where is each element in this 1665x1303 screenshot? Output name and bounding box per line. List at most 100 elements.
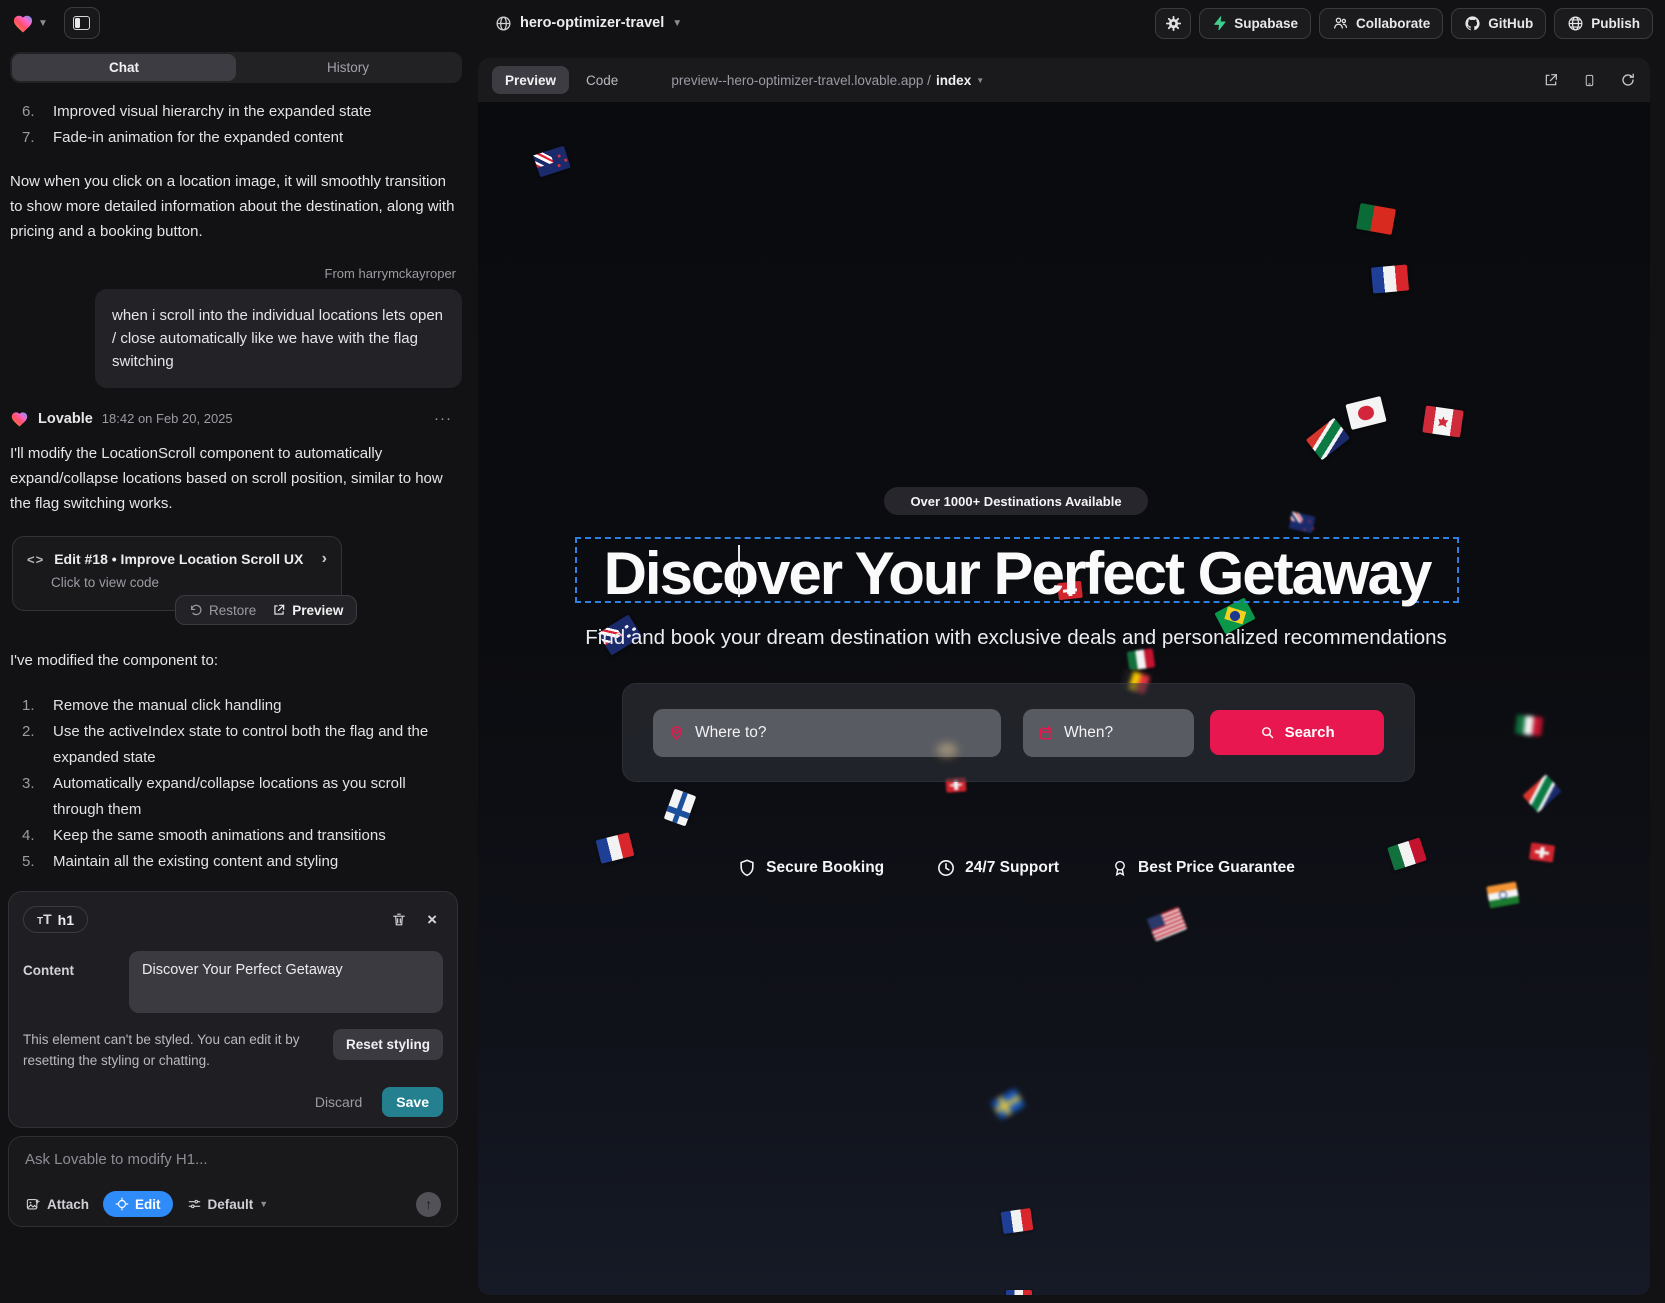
restore-button[interactable]: Restore bbox=[189, 603, 256, 618]
arrow-up-icon: ↑ bbox=[425, 1196, 432, 1212]
clock-icon bbox=[936, 858, 956, 878]
list-number: 2. bbox=[22, 719, 53, 771]
trust-badge: Best Price Guarantee bbox=[1111, 858, 1295, 878]
preview-card: Preview Code preview--hero-optimizer-tra… bbox=[478, 58, 1650, 1295]
when-input[interactable] bbox=[1064, 724, 1179, 742]
trust-badge: 24/7 Support bbox=[936, 858, 1059, 878]
model-default-selector[interactable]: Default ▼ bbox=[187, 1197, 269, 1212]
list-number: 3. bbox=[22, 771, 53, 823]
reset-styling-button[interactable]: Reset styling bbox=[333, 1029, 443, 1060]
preview-toolbar: Preview Code preview--hero-optimizer-tra… bbox=[478, 58, 1650, 102]
topbar: ▼ hero-optimizer-travel ▼ S bbox=[0, 0, 1665, 46]
hero-heading[interactable]: Discover Your Perfect Getaway bbox=[575, 539, 1459, 608]
location-pin-icon bbox=[668, 724, 685, 741]
list-item-text: Maintain all the existing content and st… bbox=[53, 849, 338, 875]
edit-target-icon bbox=[115, 1197, 129, 1211]
from-user-label: From harrymckayroper bbox=[10, 266, 462, 281]
github-icon bbox=[1464, 15, 1481, 32]
list-item-text: Automatically expand/collapse locations … bbox=[53, 771, 448, 823]
list-item: 2.Use the activeIndex state to control b… bbox=[10, 719, 462, 771]
content-field-input[interactable]: Discover Your Perfect Getaway bbox=[129, 951, 443, 1013]
collaborate-people-icon bbox=[1332, 15, 1349, 31]
list-item-text: Use the activeIndex state to control bot… bbox=[53, 719, 448, 771]
chat-history-tabs: Chat History bbox=[10, 52, 462, 83]
search-panel: Search bbox=[622, 683, 1415, 782]
element-tag-name: h1 bbox=[58, 912, 74, 928]
tab-code[interactable]: Code bbox=[573, 66, 631, 94]
preview-url[interactable]: preview--hero-optimizer-travel.lovable.a… bbox=[671, 73, 984, 88]
where-to-field[interactable] bbox=[653, 709, 1001, 757]
assistant-steps-list: 1.Remove the manual click handling2.Use … bbox=[10, 693, 462, 875]
save-button[interactable]: Save bbox=[382, 1087, 443, 1117]
close-panel-button[interactable]: × bbox=[427, 910, 437, 930]
delete-element-button[interactable] bbox=[391, 911, 407, 928]
trust-badge-label: 24/7 Support bbox=[965, 859, 1059, 877]
mobile-view-button[interactable] bbox=[1583, 72, 1596, 89]
restore-icon bbox=[189, 603, 203, 617]
list-item-text: Keep the same smooth animations and tran… bbox=[53, 823, 386, 849]
edit-mode-button[interactable]: Edit bbox=[103, 1191, 173, 1217]
edit-card-title: Edit #18 • Improve Location Scroll UX bbox=[54, 551, 303, 567]
settings-button[interactable] bbox=[1155, 8, 1191, 39]
lovable-heart-icon bbox=[10, 410, 29, 427]
sliders-icon bbox=[187, 1197, 202, 1211]
where-to-input[interactable] bbox=[695, 724, 986, 742]
list-number: 5. bbox=[22, 849, 53, 875]
preview-viewport: Over 1000+ Destinations Available Discov… bbox=[478, 102, 1650, 1295]
trust-badge-label: Best Price Guarantee bbox=[1138, 859, 1295, 877]
trust-badge-label: Secure Booking bbox=[766, 859, 884, 877]
assistant-name: Lovable bbox=[38, 411, 93, 427]
search-button[interactable]: Search bbox=[1210, 710, 1384, 755]
collaborate-button[interactable]: Collaborate bbox=[1319, 8, 1443, 39]
chat-prompt-input[interactable] bbox=[25, 1151, 441, 1168]
hero-subtitle: Find and book your dream destination wit… bbox=[516, 626, 1516, 650]
lovable-heart-icon bbox=[12, 13, 34, 33]
assistant-intro: I'll modify the LocationScroll component… bbox=[10, 441, 462, 516]
destinations-badge: Over 1000+ Destinations Available bbox=[884, 487, 1148, 515]
chat-input-box: Attach Edit Default ▼ ↑ bbox=[8, 1136, 458, 1227]
shield-icon bbox=[737, 858, 757, 878]
send-button[interactable]: ↑ bbox=[416, 1192, 441, 1217]
element-editor-panel: TT h1 × Content Discover Your Perfect Ge… bbox=[8, 891, 458, 1128]
list-number: 6. bbox=[22, 99, 53, 125]
message-menu-button[interactable]: ··· bbox=[434, 410, 462, 427]
lovable-logo-menu[interactable]: ▼ bbox=[12, 13, 48, 33]
message-timestamp: 18:42 on Feb 20, 2025 bbox=[102, 411, 233, 426]
preview-version-button[interactable]: Preview bbox=[272, 603, 343, 618]
open-in-new-tab-button[interactable] bbox=[1543, 72, 1559, 88]
sidebar-panel-icon bbox=[73, 16, 90, 30]
tab-history[interactable]: History bbox=[236, 54, 460, 81]
supabase-icon bbox=[1212, 15, 1227, 31]
tab-chat[interactable]: Chat bbox=[12, 54, 236, 81]
chevron-down-icon: ▼ bbox=[259, 1199, 268, 1209]
gear-icon bbox=[1165, 15, 1182, 32]
supabase-button[interactable]: Supabase bbox=[1199, 8, 1311, 39]
chat-sidebar: Chat History 6.Improved visual hierarchy… bbox=[0, 46, 472, 1303]
toggle-sidebar-button[interactable] bbox=[64, 7, 100, 39]
project-switcher[interactable]: hero-optimizer-travel ▼ bbox=[495, 0, 682, 46]
tab-preview[interactable]: Preview bbox=[492, 66, 569, 94]
chevron-down-icon: ▼ bbox=[976, 76, 984, 85]
content-field-label: Content bbox=[23, 951, 115, 1013]
magnifier-icon bbox=[1260, 725, 1275, 740]
when-field[interactable] bbox=[1023, 709, 1194, 757]
list-item-text: Remove the manual click handling bbox=[53, 693, 281, 719]
github-button[interactable]: GitHub bbox=[1451, 8, 1546, 39]
attach-button[interactable]: Attach bbox=[25, 1197, 89, 1212]
assistant-list-tail: 6.Improved visual hierarchy in the expan… bbox=[10, 99, 462, 151]
edit-card-subtitle: Click to view code bbox=[51, 575, 327, 590]
list-item: 7.Fade-in animation for the expanded con… bbox=[10, 125, 462, 151]
publish-button[interactable]: Publish bbox=[1554, 8, 1653, 39]
list-item: 5.Maintain all the existing content and … bbox=[10, 849, 462, 875]
user-message-bubble: when i scroll into the individual locati… bbox=[95, 289, 462, 388]
text-caret bbox=[738, 545, 740, 597]
discard-button[interactable]: Discard bbox=[315, 1094, 362, 1110]
element-tag-pill[interactable]: TT h1 bbox=[23, 906, 88, 933]
list-item: 4.Keep the same smooth animations and tr… bbox=[10, 823, 462, 849]
chevron-down-icon: ▼ bbox=[672, 18, 682, 29]
list-item: 3.Automatically expand/collapse location… bbox=[10, 771, 462, 823]
assistant-message-header: Lovable 18:42 on Feb 20, 2025 ··· bbox=[10, 410, 462, 427]
chevron-right-icon: › bbox=[322, 550, 327, 568]
assistant-paragraph: Now when you click on a location image, … bbox=[10, 169, 462, 244]
refresh-button[interactable] bbox=[1620, 72, 1636, 88]
